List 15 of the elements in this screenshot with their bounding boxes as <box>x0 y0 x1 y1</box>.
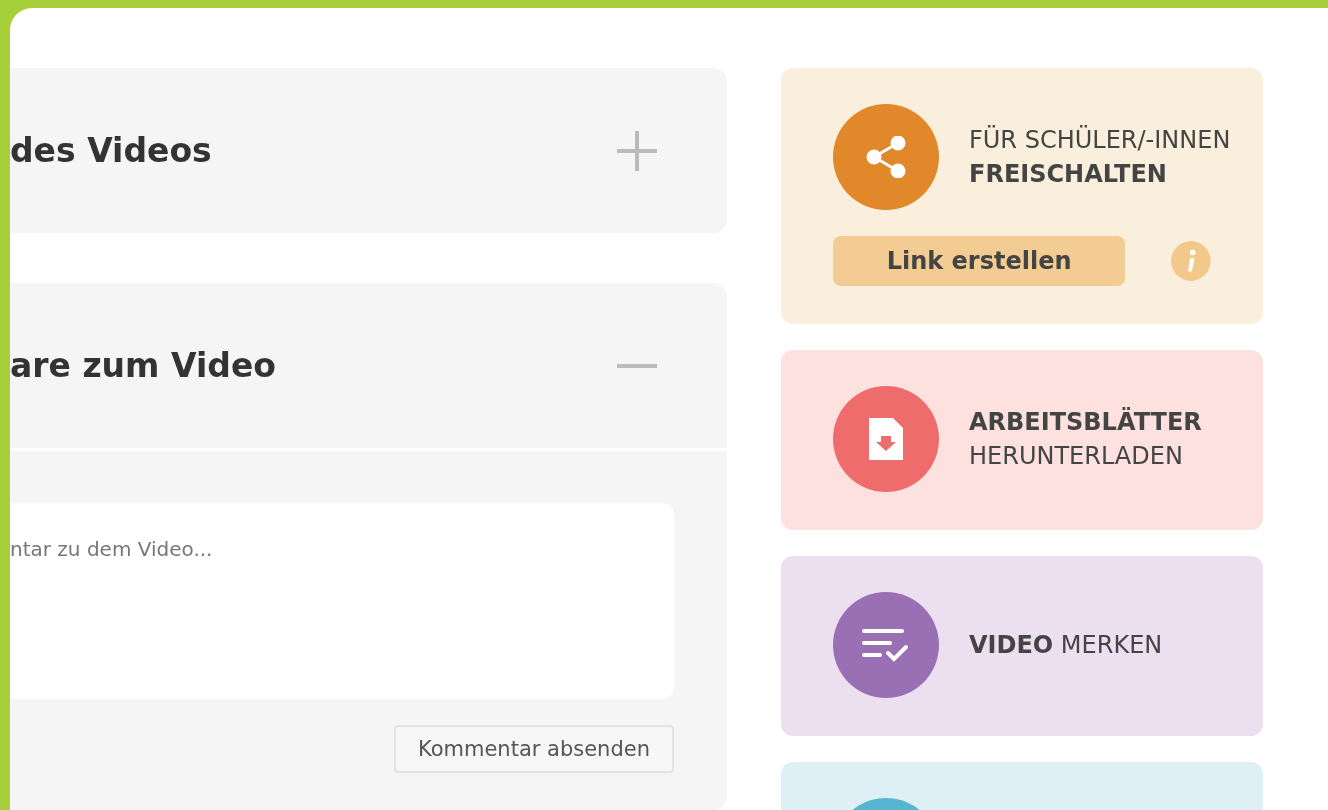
info-icon[interactable] <box>1171 240 1211 282</box>
section-title: des Videos <box>10 131 212 170</box>
action-label: VIDEO MERKEN <box>969 631 1163 659</box>
comment-field[interactable]: ntar zu dem Video... <box>10 503 674 699</box>
send-comment-button[interactable]: Kommentar absenden <box>393 725 674 773</box>
create-link-button[interactable]: Link erstellen <box>833 236 1126 286</box>
section-title: are zum Video <box>10 346 276 385</box>
action-label: HERUNTERLADEN <box>969 442 1184 470</box>
action-label: ARBEITSBLÄTTER <box>969 408 1202 436</box>
plus-icon[interactable] <box>617 130 657 171</box>
file-download-icon <box>869 418 903 460</box>
action-label: FREISCHALTEN <box>969 160 1168 188</box>
checklist-icon <box>862 627 910 663</box>
share-icon <box>866 136 906 178</box>
action-label: FÜR SCHÜLER/-INNEN <box>969 126 1231 154</box>
